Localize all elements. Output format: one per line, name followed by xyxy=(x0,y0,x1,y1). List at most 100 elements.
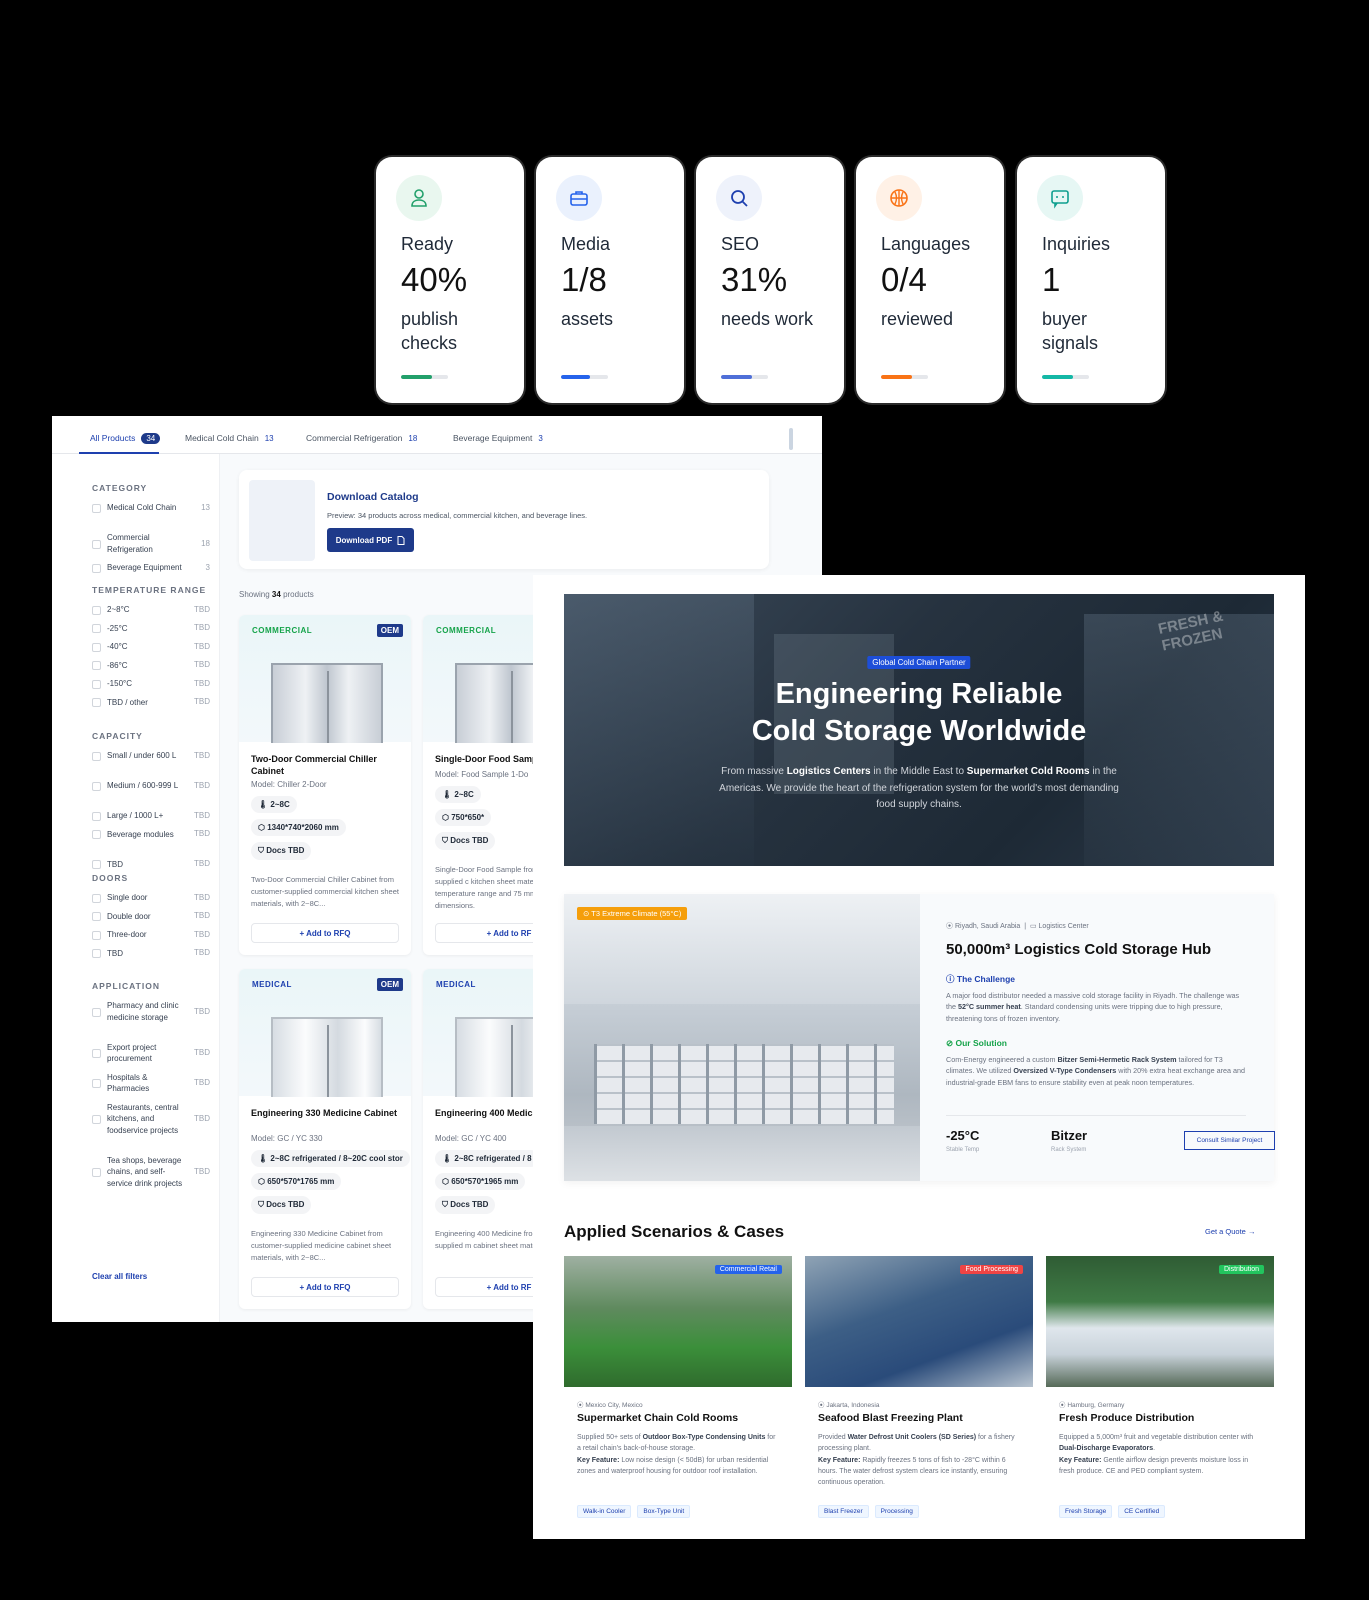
checkbox[interactable] xyxy=(92,539,101,549)
stat-temperature-label: Stable Temp xyxy=(946,1147,980,1153)
scenario-chip: Blast Freezer xyxy=(818,1505,869,1518)
checkbox[interactable] xyxy=(92,642,101,652)
scenario-chip: Walk-in Cooler xyxy=(577,1505,632,1518)
filter-option-temperature[interactable]: 2~8°C TBD xyxy=(92,604,210,616)
filter-option-temperature[interactable]: -86°C TBD xyxy=(92,660,210,672)
filter-option-application[interactable]: Export project procurement TBD xyxy=(92,1042,210,1065)
filter-option-category[interactable]: Beverage Equipment 3 xyxy=(92,562,210,574)
checkbox[interactable] xyxy=(92,605,101,615)
filter-option-count: TBD xyxy=(194,641,210,651)
filter-option-temperature[interactable]: TBD / other TBD xyxy=(92,697,210,709)
filter-option-doors[interactable]: TBD TBD xyxy=(92,948,210,960)
tab-commercial-refrigeration[interactable]: Commercial Refrigeration 18 xyxy=(306,433,417,443)
scenario-description: Supplied 50+ sets of Outdoor Box-Type Co… xyxy=(577,1434,776,1475)
filter-option-label: TBD / other xyxy=(107,697,148,707)
product-card[interactable]: MEDICAL OEM Engineering 330 Medicine Cab… xyxy=(239,969,411,1309)
download-pdf-label: Download PDF xyxy=(335,535,393,545)
stat-card-languages[interactable]: Languages 0/4 reviewed xyxy=(856,157,1004,403)
product-name[interactable]: Engineering 330 Medicine Cabinet xyxy=(251,1107,401,1119)
filter-option-temperature[interactable]: -25°C TBD xyxy=(92,623,210,635)
filter-option-application[interactable]: Pharmacy and clinic medicine storage TBD xyxy=(92,1000,210,1023)
filter-option-application[interactable]: Restaurants, central kitchens, and foods… xyxy=(92,1102,210,1137)
product-category-tag: COMMERCIAL xyxy=(436,626,497,635)
filter-option-capacity[interactable]: TBD TBD xyxy=(92,859,210,871)
filter-option-label: TBD xyxy=(107,948,123,958)
tab-medical-cold-chain[interactable]: Medical Cold Chain 13 xyxy=(185,433,274,443)
checkbox[interactable] xyxy=(92,781,101,791)
checkbox[interactable] xyxy=(92,751,101,761)
product-card[interactable]: COMMERCIAL OEM Two-Door Commercial Chill… xyxy=(239,615,411,955)
filter-option-label: Commercial Refrigeration xyxy=(107,533,153,554)
checkbox[interactable] xyxy=(92,1167,101,1177)
stat-card-ready[interactable]: Ready 40% publish checks xyxy=(376,157,524,403)
filter-option-count: 18 xyxy=(201,538,210,548)
tab-all-products[interactable]: All Products 34 xyxy=(90,433,161,444)
checkbox[interactable] xyxy=(92,1049,101,1058)
scenario-chip: Processing xyxy=(874,1505,919,1518)
checkbox[interactable] xyxy=(92,563,101,573)
scenario-location: ⦿ Mexico City, Mexico xyxy=(577,1402,643,1409)
checkbox[interactable] xyxy=(92,503,101,513)
filter-option-label: Medium / 600-999 L xyxy=(107,781,179,790)
filter-option-capacity[interactable]: Small / under 600 L TBD xyxy=(92,750,210,762)
filter-option-label: -86°C xyxy=(107,660,128,670)
checkbox[interactable] xyxy=(92,698,101,708)
temperature-chip: 🌡︎ 2~8C xyxy=(251,796,297,813)
stat-label: SEO xyxy=(721,234,760,254)
scenario-card[interactable]: Food Processing ⦿ Jakarta, Indonesia Sea… xyxy=(805,1256,1033,1536)
download-catalog-card: Download Catalog Preview: 34 products ac… xyxy=(239,470,769,569)
stat-value: 1 xyxy=(1042,261,1061,298)
checkbox[interactable] xyxy=(92,893,101,903)
filter-option-temperature[interactable]: -40°C TBD xyxy=(92,641,210,653)
product-name[interactable]: Two-Door Commercial Chiller Cabinet xyxy=(251,753,401,777)
filter-option-capacity[interactable]: Large / 1000 L+ TBD xyxy=(92,810,210,822)
stat-sublabel: publish checks xyxy=(401,309,459,353)
checkbox[interactable] xyxy=(92,679,101,689)
checkbox[interactable] xyxy=(92,661,101,671)
filter-option-temperature[interactable]: -150°C TBD xyxy=(92,678,210,690)
get-a-quote-link[interactable]: Get a Quote → xyxy=(1205,1227,1255,1236)
filter-option-capacity[interactable]: Medium / 600-999 L TBD xyxy=(92,780,210,792)
filter-option-count: TBD xyxy=(194,1048,210,1057)
checkbox[interactable] xyxy=(92,624,101,634)
filter-option-capacity[interactable]: Beverage modules TBD xyxy=(92,829,210,841)
stat-card-media[interactable]: Media 1/8 assets xyxy=(536,157,684,403)
filter-option-count: TBD xyxy=(194,623,210,633)
checkbox[interactable] xyxy=(92,1007,101,1017)
add-to-rfq-button[interactable]: + Add to RFQ xyxy=(251,1277,399,1297)
stat-value: 31% xyxy=(721,261,788,298)
user-icon xyxy=(396,175,442,221)
consult-similar-project-button[interactable]: Consult Similar Project xyxy=(1184,1131,1275,1150)
add-to-rfq-button[interactable]: + Add to RFQ xyxy=(251,923,399,943)
location-pin-icon: ⦿ xyxy=(946,923,953,930)
tab-beverage-equipment[interactable]: Beverage Equipment 3 xyxy=(453,433,543,443)
checkbox[interactable] xyxy=(92,949,101,959)
filter-option-application[interactable]: Hospitals & Pharmacies TBD xyxy=(92,1072,210,1095)
stat-card-inquiries[interactable]: Inquiries 1 buyer signals xyxy=(1017,157,1165,403)
filter-option-label: 2~8°C xyxy=(107,605,130,614)
filter-option-category[interactable]: Commercial Refrigeration 18 xyxy=(92,532,210,555)
checkbox[interactable] xyxy=(92,912,101,922)
scenario-card[interactable]: Distribution ⦿ Hamburg, Germany Fresh Pr… xyxy=(1046,1256,1274,1536)
clear-all-filters-link[interactable]: Clear all filters xyxy=(92,1272,147,1281)
scenario-chips: Blast Freezer Processing xyxy=(818,1505,919,1518)
product-category-tag: COMMERCIAL xyxy=(252,626,313,635)
filter-option-category[interactable]: Medical Cold Chain 13 xyxy=(92,502,210,514)
checkbox[interactable] xyxy=(92,930,101,940)
scenario-card[interactable]: Commercial Retail ⦿ Mexico City, Mexico … xyxy=(564,1256,792,1536)
filter-option-application[interactable]: Tea shops, beverage chains, and self-ser… xyxy=(92,1155,210,1190)
filter-option-doors[interactable]: Single door TBD xyxy=(92,892,210,904)
checkbox[interactable] xyxy=(92,830,101,840)
stat-card-seo[interactable]: SEO 31% needs work xyxy=(696,157,844,403)
checkbox[interactable] xyxy=(92,860,101,870)
filter-option-doors[interactable]: Double door TBD xyxy=(92,911,210,923)
download-pdf-button[interactable]: Download PDF xyxy=(327,528,414,552)
filter-option-count: TBD xyxy=(194,859,210,869)
filter-option-doors[interactable]: Three-door TBD xyxy=(92,929,210,941)
filter-option-label: Pharmacy and clinic medicine storage xyxy=(107,1001,179,1022)
hero-banner: FRESH & FROZEN Global Cold Chain Partner… xyxy=(564,594,1274,866)
checkbox[interactable] xyxy=(92,811,101,821)
checkbox[interactable] xyxy=(92,1114,101,1124)
scrollbar[interactable] xyxy=(789,428,793,450)
checkbox[interactable] xyxy=(92,1079,101,1088)
